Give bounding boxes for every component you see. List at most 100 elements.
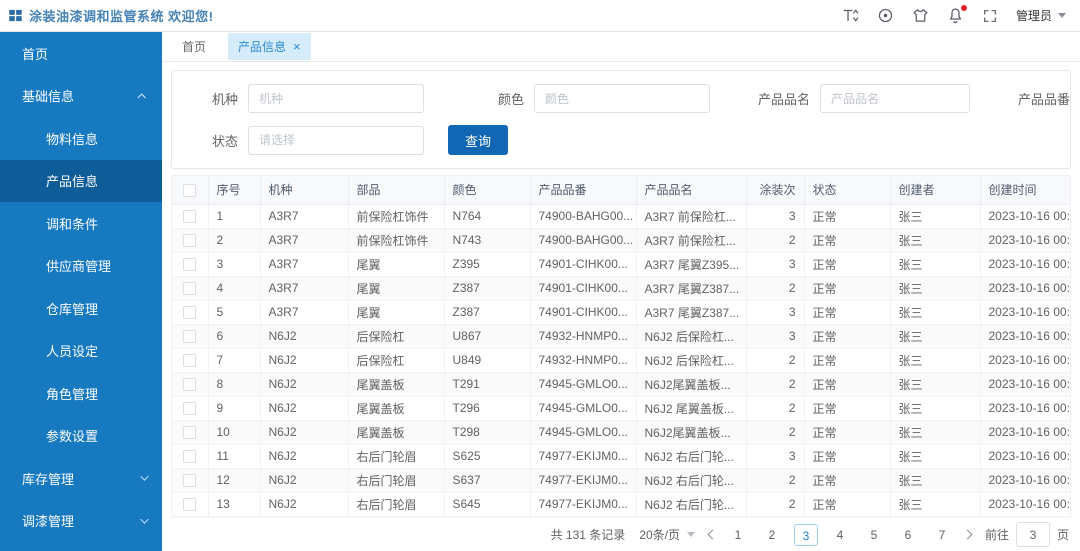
table-cell: T296 bbox=[444, 396, 531, 421]
machine-type-input[interactable] bbox=[248, 84, 424, 113]
field-label: 状态 bbox=[211, 133, 238, 149]
page-button-6[interactable]: 6 bbox=[896, 524, 920, 546]
query-button[interactable]: 查询 bbox=[448, 125, 509, 155]
page-button-1[interactable]: 1 bbox=[726, 524, 750, 546]
table-cell: 11 bbox=[208, 444, 261, 469]
sidebar-item-label: 角色管理 bbox=[46, 386, 99, 402]
table-cell: 张三 bbox=[890, 276, 981, 301]
table-cell: 尾翼盖板 bbox=[348, 396, 445, 421]
table-cell: 2 bbox=[746, 468, 805, 493]
row-checkbox[interactable] bbox=[183, 258, 197, 272]
table-row: 10 N6J2 尾翼盖板 T298 74945-GMLO0... N6J2尾翼盖板... 2… bbox=[172, 420, 1070, 445]
table-cell: 张三 bbox=[890, 492, 981, 517]
select-all-checkbox[interactable] bbox=[183, 183, 197, 197]
table-cell: 2 bbox=[746, 420, 805, 445]
table-cell: 2023-10-16 00:... bbox=[980, 252, 1070, 277]
row-checkbox[interactable] bbox=[183, 498, 197, 512]
table-cell: 74932-HNMP0... bbox=[530, 324, 637, 349]
table-cell: 后保险杠 bbox=[348, 348, 445, 373]
table-cell: 3 bbox=[208, 252, 261, 277]
table-cell: 正常 bbox=[804, 348, 891, 373]
table-cell: 前保险杠饰件 bbox=[348, 204, 445, 229]
row-checkbox[interactable] bbox=[183, 426, 197, 440]
table-cell: 张三 bbox=[890, 300, 981, 325]
next-page-button[interactable] bbox=[962, 529, 973, 540]
sidebar-item-home[interactable]: 首页 bbox=[0, 32, 162, 75]
table-cell: 74977-EKIJM0... bbox=[530, 468, 637, 493]
row-checkbox[interactable] bbox=[183, 354, 197, 368]
table-cell: 尾翼盖板 bbox=[348, 420, 445, 445]
table-cell: 正常 bbox=[804, 372, 891, 397]
table-cell: N6J2尾翼盖板... bbox=[636, 372, 747, 397]
table-cell: A3R7 bbox=[260, 228, 349, 253]
sidebar-item-label: 调和条件 bbox=[46, 216, 99, 232]
sidebar-item-personnel-setting[interactable]: 人员设定 bbox=[0, 330, 162, 373]
row-checkbox[interactable] bbox=[183, 234, 197, 248]
sidebar-item-supplier-mgmt[interactable]: 供应商管理 bbox=[0, 245, 162, 288]
table-cell: 正常 bbox=[804, 324, 891, 349]
table-cell: 3 bbox=[746, 324, 805, 349]
table-cell: A3R7 前保险杠... bbox=[636, 228, 747, 253]
page-size-value: 20条/页 bbox=[639, 528, 680, 542]
page-size-select[interactable]: 20条/页 bbox=[639, 526, 695, 543]
font-size-icon[interactable] bbox=[842, 7, 859, 24]
table-cell: 2023-10-16 00:... bbox=[980, 372, 1070, 397]
page-button-3[interactable]: 3 bbox=[793, 523, 818, 546]
table-cell: 2 bbox=[746, 228, 805, 253]
row-checkbox[interactable] bbox=[183, 210, 197, 224]
column-header: 机种 bbox=[260, 176, 349, 205]
page-button-7[interactable]: 7 bbox=[930, 524, 954, 546]
row-checkbox[interactable] bbox=[183, 378, 197, 392]
table-cell: U867 bbox=[444, 324, 531, 349]
row-checkbox[interactable] bbox=[183, 474, 197, 488]
row-checkbox[interactable] bbox=[183, 330, 197, 344]
table-row: 6 N6J2 后保险杠 U867 74932-HNMP0... N6J2 后保险杠... 3… bbox=[172, 324, 1070, 349]
table-cell: 张三 bbox=[890, 348, 981, 373]
sidebar-item-paint-mgmt[interactable]: 调漆管理 bbox=[0, 500, 162, 543]
table-cell: 张三 bbox=[890, 420, 981, 445]
sidebar-item-role-mgmt[interactable]: 角色管理 bbox=[0, 372, 162, 415]
column-header: 序号 bbox=[208, 176, 261, 205]
table-cell: 3 bbox=[746, 252, 805, 277]
jump-prefix: 前往 bbox=[984, 528, 1009, 542]
tab-home[interactable]: 首页 bbox=[182, 38, 206, 55]
tab-label: 首页 bbox=[182, 40, 207, 54]
page-button-5[interactable]: 5 bbox=[862, 524, 886, 546]
table-cell: 6 bbox=[208, 324, 261, 349]
page-button-2[interactable]: 2 bbox=[760, 524, 784, 546]
sidebar-item-label: 基础信息 bbox=[22, 89, 75, 105]
user-name: 管理员 bbox=[1015, 9, 1052, 23]
field-product-number: 产品品番 bbox=[1008, 84, 1080, 113]
notification-bell-icon[interactable] bbox=[947, 5, 967, 24]
product-name-input[interactable] bbox=[820, 84, 970, 113]
prev-page-button[interactable] bbox=[707, 529, 718, 540]
chevron-up-icon bbox=[137, 92, 146, 102]
page-button-4[interactable]: 4 bbox=[828, 524, 852, 546]
sidebar-item-basic-info[interactable]: 基础信息 bbox=[0, 75, 162, 118]
help-icon[interactable] bbox=[877, 7, 894, 24]
sidebar-item-warehouse-mgmt[interactable]: 仓库管理 bbox=[0, 287, 162, 330]
field-color: 颜色 bbox=[462, 84, 710, 113]
theme-icon[interactable] bbox=[912, 7, 929, 24]
table-cell: Z395 bbox=[444, 252, 531, 277]
status-select[interactable] bbox=[248, 125, 424, 155]
user-menu[interactable]: 管理员 bbox=[1016, 7, 1066, 24]
sidebar-item-param-setting[interactable]: 参数设置 bbox=[0, 415, 162, 458]
row-checkbox[interactable] bbox=[183, 306, 197, 320]
sidebar-item-product-info[interactable]: 产品信息 bbox=[0, 159, 162, 202]
row-checkbox[interactable] bbox=[183, 282, 197, 296]
row-checkbox[interactable] bbox=[183, 450, 197, 464]
sidebar-item-blend-condition[interactable]: 调和条件 bbox=[0, 202, 162, 245]
jump-page-input[interactable] bbox=[1015, 522, 1050, 547]
table-cell: A3R7 bbox=[260, 204, 349, 229]
table-cell: 2 bbox=[746, 372, 805, 397]
table-cell: N6J2 右后门轮... bbox=[636, 468, 747, 493]
fullscreen-icon[interactable] bbox=[982, 8, 998, 24]
color-input[interactable] bbox=[534, 84, 710, 113]
row-checkbox[interactable] bbox=[183, 402, 197, 416]
field-label: 产品品番 bbox=[1017, 92, 1070, 107]
close-icon[interactable]: × bbox=[293, 40, 301, 53]
sidebar-item-material-info[interactable]: 物料信息 bbox=[0, 117, 162, 160]
tab-product-info[interactable]: 产品信息 × bbox=[228, 33, 311, 60]
sidebar-item-inventory-mgmt[interactable]: 库存管理 bbox=[0, 457, 162, 500]
